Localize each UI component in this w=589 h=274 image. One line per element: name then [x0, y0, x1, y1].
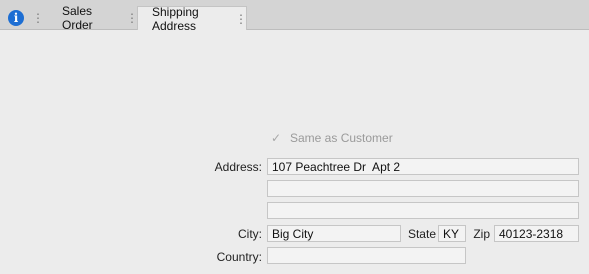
address-label: Address: — [214, 160, 262, 174]
address-line2-field[interactable] — [267, 180, 579, 197]
tab-label: Sales Order — [62, 3, 93, 32]
city-field[interactable] — [267, 225, 401, 242]
tab-label: Shipping Address — [152, 4, 199, 33]
tab-bar: i ⋮ Sales Order ⋮ Shipping Address ⋮ — [0, 0, 589, 33]
tab-sales-order[interactable]: Sales Order ⋮ — [48, 3, 138, 32]
country-label: Country: — [216, 250, 262, 264]
tab-grip-icon: ⋮ — [126, 10, 138, 25]
tab-grip-icon: ⋮ — [235, 11, 247, 26]
same-as-customer-checkbox-row[interactable]: ✓ Same as Customer — [270, 130, 393, 146]
zip-field[interactable] — [494, 225, 579, 242]
checkmark-icon[interactable]: ✓ — [270, 132, 282, 144]
city-label: City: — [238, 227, 262, 241]
state-label: State — [407, 227, 436, 241]
tab-grip-icon: ⋮ — [32, 10, 44, 25]
info-icon: i — [8, 9, 24, 26]
tab-info[interactable]: i ⋮ — [6, 6, 48, 29]
state-field[interactable] — [438, 225, 466, 242]
same-as-customer-label: Same as Customer — [290, 131, 393, 145]
address-line3-field[interactable] — [267, 202, 579, 219]
address-line1-field[interactable] — [267, 158, 579, 175]
tab-shipping-address[interactable]: Shipping Address ⋮ — [137, 4, 247, 33]
country-field[interactable] — [267, 247, 466, 264]
zip-label: Zip — [473, 227, 490, 241]
